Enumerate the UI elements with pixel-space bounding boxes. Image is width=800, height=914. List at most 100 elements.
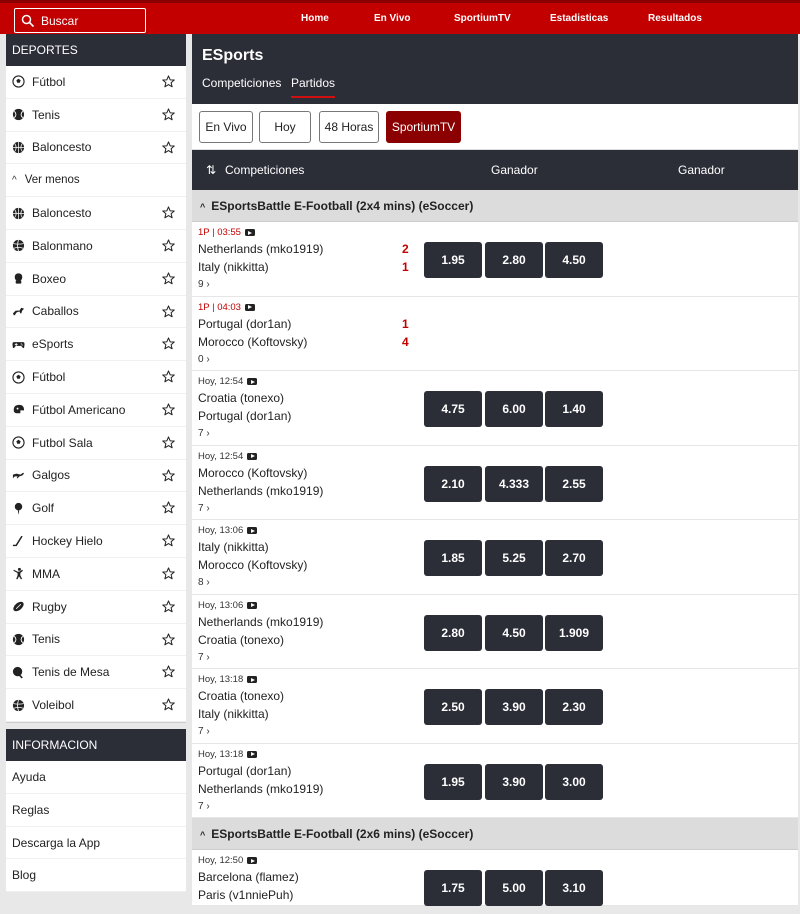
more-markets-link[interactable]: 7 ›: [198, 726, 210, 737]
match-row[interactable]: Hoy, 13:06 Netherlands (mko1919) Croatia…: [192, 594, 798, 669]
tab-competiciones[interactable]: Competiciones: [202, 76, 281, 90]
match-row[interactable]: 1P | 03:55 Netherlands (mko1919) Italy (…: [192, 222, 798, 297]
sidebar-item-esports[interactable]: eSports: [6, 328, 186, 362]
sidebar-item-caballos[interactable]: Caballos: [6, 296, 186, 329]
sidebar-item-tenis[interactable]: Tenis: [6, 99, 186, 132]
odds-button[interactable]: 1.95: [424, 242, 482, 278]
odds-button[interactable]: 4.75: [424, 391, 482, 427]
star-icon[interactable]: [162, 403, 175, 416]
star-icon[interactable]: [162, 75, 175, 88]
more-markets-count: 7: [198, 502, 204, 514]
sidebar-item-golf[interactable]: Golf: [6, 492, 186, 526]
more-markets-link[interactable]: 7 ›: [198, 503, 210, 514]
info-item-reglas[interactable]: Reglas: [6, 794, 186, 827]
odds-button[interactable]: 4.50: [545, 242, 603, 278]
match-row[interactable]: Hoy, 12:50 Barcelona (flamez) Paris (v1n…: [192, 850, 798, 906]
odds-button[interactable]: 2.70: [545, 540, 603, 576]
more-markets-link[interactable]: 7 ›: [198, 801, 210, 812]
match-row[interactable]: 1P | 04:03 Portugal (dor1an) Morocco (Ko…: [192, 296, 798, 371]
star-icon[interactable]: [162, 108, 175, 121]
sidebar-item-hockey-hielo[interactable]: Hockey Hielo: [6, 525, 186, 558]
sidebar-item-baloncesto[interactable]: Baloncesto: [6, 132, 186, 165]
odds-button[interactable]: 2.30: [545, 689, 603, 725]
odds-button[interactable]: 2.80: [485, 242, 543, 278]
odds-button[interactable]: 6.00: [485, 391, 543, 427]
header-competiciones[interactable]: Competiciones: [225, 163, 304, 177]
odds-button[interactable]: 3.10: [545, 870, 603, 906]
more-markets-link[interactable]: 7 ›: [198, 652, 210, 663]
odds-button[interactable]: 1.75: [424, 870, 482, 906]
odds-button[interactable]: 3.90: [485, 689, 543, 725]
odds-button[interactable]: 2.55: [545, 465, 603, 502]
more-markets-link[interactable]: 0 ›: [198, 354, 210, 365]
nav-resultados[interactable]: Resultados: [648, 13, 702, 24]
sidebar-item-balonmano[interactable]: Balonmano: [6, 230, 186, 263]
filter-en-vivo[interactable]: En Vivo: [199, 111, 253, 143]
sidebar-item-futbol[interactable]: Fútbol: [6, 66, 186, 99]
match-row[interactable]: Hoy, 12:54 Croatia (tonexo) Portugal (do…: [192, 371, 798, 446]
star-icon[interactable]: [162, 632, 175, 646]
filter-48-horas[interactable]: 48 Horas: [319, 111, 379, 143]
info-item-descarga-la-app[interactable]: Descarga la App: [6, 827, 186, 860]
star-icon[interactable]: [162, 239, 175, 252]
filter-sportiumtv[interactable]: SportiumTV: [386, 111, 461, 143]
sidebar-item-rugby[interactable]: Rugby: [6, 591, 186, 624]
star-icon[interactable]: [162, 698, 175, 711]
star-icon[interactable]: [162, 370, 175, 383]
more-markets-link[interactable]: 8 ›: [198, 577, 210, 588]
star-icon[interactable]: [162, 206, 175, 219]
info-item-ayuda[interactable]: Ayuda: [6, 761, 186, 794]
match-row[interactable]: Hoy, 13:06 Italy (nikkitta) Morocco (Kof…: [192, 520, 798, 595]
ver-menos-toggle[interactable]: ^ Ver menos: [6, 164, 186, 198]
star-icon[interactable]: [162, 468, 175, 482]
odds-button[interactable]: 4.50: [485, 614, 543, 651]
odds-button[interactable]: 5.00: [485, 870, 543, 906]
sidebar-item-galgos[interactable]: Galgos: [6, 460, 186, 493]
star-icon[interactable]: [162, 567, 175, 580]
nav-home[interactable]: Home: [301, 13, 329, 24]
sidebar-item-tenis-de-mesa[interactable]: Tenis de Mesa: [6, 656, 186, 690]
match-row[interactable]: Hoy, 13:18 Croatia (tonexo) Italy (nikki…: [192, 669, 798, 744]
odds-button[interactable]: 5.25: [485, 540, 543, 576]
odds-button[interactable]: 2.10: [424, 465, 482, 502]
sidebar-item-voleibol[interactable]: Voleibol: [6, 689, 186, 722]
nav-en-vivo[interactable]: En Vivo: [374, 13, 411, 24]
sidebar-item-futbol[interactable]: Fútbol: [6, 361, 186, 394]
sidebar-item-baloncesto[interactable]: Baloncesto: [6, 197, 186, 230]
odds-button[interactable]: 4.333: [485, 465, 543, 502]
info-item-blog[interactable]: Blog: [6, 859, 186, 893]
star-icon[interactable]: [162, 436, 175, 449]
competition-header[interactable]: ^ ESportsBattle E-Football (2x4 mins) (eS…: [192, 190, 798, 222]
sidebar-item-mma[interactable]: MMA: [6, 558, 186, 591]
nav-sportiumtv[interactable]: SportiumTV: [454, 13, 511, 24]
odds-button[interactable]: 1.95: [424, 763, 482, 800]
sort-icon[interactable]: ⇅: [206, 163, 216, 177]
odds-button[interactable]: 3.90: [485, 763, 543, 800]
more-markets-link[interactable]: 9 ›: [198, 279, 210, 290]
competition-header[interactable]: ^ ESportsBattle E-Football (2x6 mins) (eS…: [192, 818, 798, 850]
star-icon[interactable]: [162, 600, 175, 613]
more-markets-link[interactable]: 7 ›: [198, 428, 210, 439]
filter-hoy[interactable]: Hoy: [259, 111, 311, 143]
odds-button[interactable]: 1.85: [424, 540, 482, 576]
sidebar-item-tenis[interactable]: Tenis: [6, 624, 186, 657]
star-icon[interactable]: [162, 665, 175, 678]
match-row[interactable]: Hoy, 12:54 Morocco (Koftovsky) Netherlan…: [192, 445, 798, 520]
star-icon[interactable]: [162, 534, 175, 547]
sidebar-item-boxeo[interactable]: Boxeo: [6, 263, 186, 296]
odds-button[interactable]: 1.909: [545, 614, 603, 651]
tab-partidos[interactable]: Partidos: [291, 76, 336, 98]
star-icon[interactable]: [162, 141, 175, 154]
match-row[interactable]: Hoy, 13:18 Portugal (dor1an) Netherlands…: [192, 743, 798, 818]
star-icon[interactable]: [162, 337, 175, 350]
odds-button[interactable]: 1.40: [545, 391, 603, 427]
star-icon[interactable]: [162, 501, 175, 514]
star-icon[interactable]: [162, 304, 175, 318]
sidebar-item-futbol-sala[interactable]: Futbol Sala: [6, 427, 186, 460]
star-icon[interactable]: [162, 272, 175, 285]
nav-estadisticas[interactable]: Estadisticas: [550, 13, 608, 24]
odds-button[interactable]: 3.00: [545, 763, 603, 800]
odds-button[interactable]: 2.80: [424, 614, 482, 651]
odds-button[interactable]: 2.50: [424, 689, 482, 725]
sidebar-item-futbol-americano[interactable]: Fútbol Americano: [6, 394, 186, 427]
